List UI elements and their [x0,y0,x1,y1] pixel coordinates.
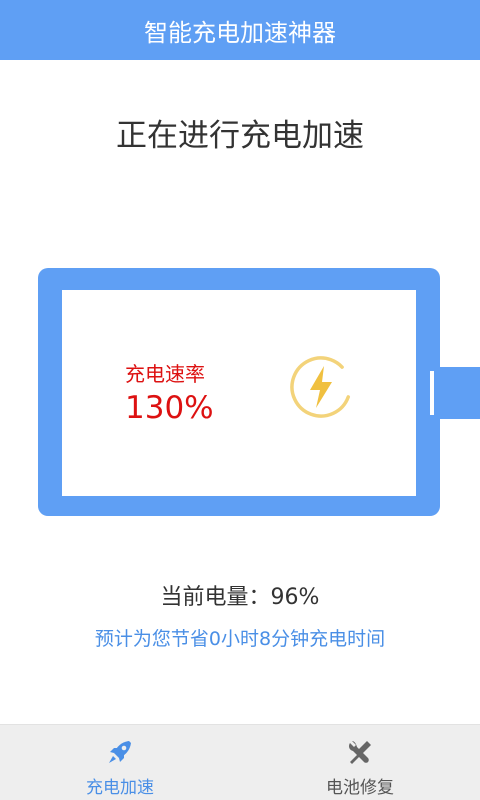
charging-status-heading: 正在进行充电加速 [116,118,364,154]
title-bar: 智能充电加速神器 [0,0,480,60]
app-title: 智能充电加速神器 [144,18,336,47]
nav-label-battery-repair: 电池修复 [326,778,394,798]
battery-level: 当前电量：96% [0,579,480,611]
battery-graphic [38,268,440,516]
nav-item-charge-boost[interactable]: 充电加速 [0,725,240,800]
wrench-screwdriver-icon [349,741,371,764]
time-saved-estimate: 预计为您节省0小时8分钟充电时间 [94,628,386,650]
battery-level-value: 96% [270,585,320,610]
lightning-bolt-icon [290,356,352,418]
bottom-navigation: 充电加速 电池修复 [0,724,480,800]
nav-label-charge-boost: 充电加速 [86,778,154,798]
nav-item-battery-repair[interactable]: 电池修复 [240,725,480,800]
battery-terminal [428,367,480,419]
charge-rate-label: 充电速率 [125,362,205,386]
battery-level-label: 当前电量： [160,585,271,610]
charge-rate-value: 130% [125,390,214,426]
battery-body [62,290,416,496]
app-screen: 智能充电加速神器 正在进行充电加速 充电速率 130% 当前电量：96% 预计为… [0,0,480,800]
rocket-icon [109,741,131,763]
